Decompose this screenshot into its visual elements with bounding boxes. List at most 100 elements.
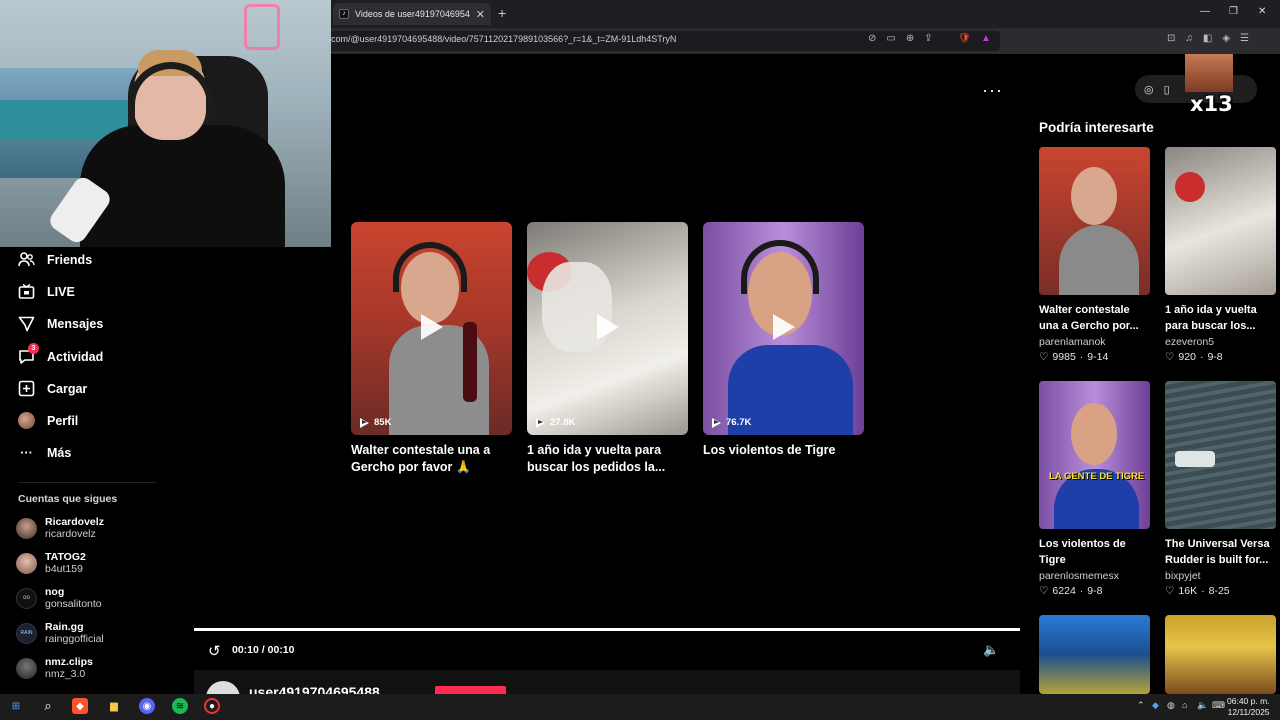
- tab-title: Videos de user4919704695488 (: [355, 9, 470, 19]
- video-title[interactable]: 1 año ida y vuelta para buscar los pedid…: [527, 442, 688, 476]
- suggested-video[interactable]: The Universal Versa Rudder is built for.…: [1165, 381, 1276, 597]
- heart-icon: ♡: [1039, 351, 1049, 363]
- account-name: TATOG2: [45, 551, 86, 563]
- no-tracking-icon[interactable]: ⊘: [868, 33, 876, 44]
- video-thumbnail[interactable]: 85K: [351, 222, 512, 435]
- following-heading: Cuentas que sigues: [18, 493, 118, 505]
- suggested-thumbnail[interactable]: LA GENTE DE TIGRE: [1039, 381, 1150, 529]
- sidebar-item-cargar[interactable]: Cargar: [18, 380, 87, 397]
- windows-start-icon[interactable]: ⊞: [8, 698, 24, 714]
- suggested-video[interactable]: LA GENTE DE TIGRE Los violentos de Tigre…: [1039, 381, 1150, 597]
- cast-icon[interactable]: ▭: [886, 33, 895, 44]
- suggested-video[interactable]: Walter contestale una a Gercho por... pa…: [1039, 147, 1150, 363]
- network-icon[interactable]: ⌂: [1182, 700, 1187, 710]
- likes: 6224: [1052, 585, 1076, 597]
- suggested-video[interactable]: [1165, 615, 1276, 694]
- zoom-icon[interactable]: ⊕: [906, 33, 914, 44]
- sidebar-item-mas[interactable]: ··· Más: [18, 444, 71, 461]
- video-card[interactable]: 76.7K Los violentos de Tigre: [703, 222, 864, 459]
- more-options-button[interactable]: ···: [982, 80, 1003, 101]
- volume-icon[interactable]: 🔈: [983, 642, 999, 658]
- account-handle: b4ut159: [45, 563, 83, 575]
- sidebar-item-mensajes[interactable]: Mensajes: [18, 315, 103, 332]
- tray-steam-icon[interactable]: ◍: [1167, 700, 1175, 711]
- headphones-icon: [393, 242, 467, 292]
- sidebar-item-actividad[interactable]: 3 Actividad: [18, 343, 104, 365]
- window-close-icon[interactable]: ✕: [1258, 6, 1266, 17]
- search-icon[interactable]: ⌕: [40, 698, 56, 714]
- screenshot-icon[interactable]: ⊡: [1167, 33, 1175, 44]
- video-thumbnail[interactable]: 76.7K: [703, 222, 864, 435]
- emote-counter: x13: [1190, 92, 1233, 116]
- suggested-title: 1 año ida y vuelta para buscar los...: [1165, 304, 1257, 332]
- views-label: 27.8K: [550, 417, 576, 428]
- browser-tab[interactable]: ♪ Videos de user4919704695488 ( ✕: [333, 3, 491, 25]
- video-card[interactable]: 85K Walter contestale una a Gercho por f…: [351, 222, 512, 476]
- heart-icon: ♡: [1039, 585, 1049, 597]
- suggested-thumbnail[interactable]: [1039, 147, 1150, 295]
- minimize-icon[interactable]: —: [1200, 6, 1210, 17]
- suggested-thumbnail[interactable]: [1165, 147, 1276, 295]
- media-icon[interactable]: ♫: [1185, 33, 1193, 44]
- brave-shields-icon[interactable]: 🛡: [958, 33, 971, 44]
- account-handle: nmz_3.0: [45, 668, 86, 680]
- video-title[interactable]: Walter contestale una a Gercho por favor…: [351, 442, 512, 476]
- video-title[interactable]: Los violentos de Tigre: [703, 442, 864, 459]
- video-card[interactable]: 27.8K 1 año ida y vuelta para buscar los…: [527, 222, 688, 476]
- following-account[interactable]: oo nog gonsalitonto: [16, 586, 102, 610]
- sidebar-divider: [18, 482, 156, 483]
- obs-icon[interactable]: ●: [204, 698, 220, 714]
- menu-icon[interactable]: ☰: [1240, 33, 1249, 44]
- replay-icon[interactable]: ↺: [208, 642, 221, 660]
- sound-icon[interactable]: 🔈: [1197, 700, 1208, 711]
- dot-separator: ·: [1199, 351, 1204, 363]
- brave-rewards-icon[interactable]: ▲: [981, 33, 991, 44]
- play-count-icon: [712, 417, 721, 428]
- compass-icon[interactable]: ◎: [1144, 83, 1154, 96]
- following-account[interactable]: nmz.clips nmz_3.0: [16, 656, 93, 680]
- spotify-icon[interactable]: ≋: [172, 698, 188, 714]
- account-name: nog: [45, 586, 65, 598]
- brave-browser-icon[interactable]: ◆: [72, 698, 88, 714]
- url-text[interactable]: com/@user4919704695488/video/75711202179…: [331, 34, 676, 44]
- dot-separator: ·: [1079, 585, 1084, 597]
- following-account[interactable]: RAIN Rain.gg rainggofficial: [16, 621, 104, 645]
- sidebar-item-perfil[interactable]: Perfil: [18, 412, 78, 429]
- suggested-thumbnail[interactable]: [1039, 615, 1150, 694]
- sidebar-icon[interactable]: ◧: [1203, 33, 1212, 44]
- video-progress-bar[interactable]: [194, 628, 1020, 631]
- tray-app-icon[interactable]: ◆: [1152, 700, 1159, 711]
- tab-close-icon[interactable]: ✕: [476, 8, 485, 21]
- suggested-thumbnail[interactable]: [1165, 615, 1276, 694]
- date: 9-8: [1087, 585, 1103, 597]
- sidebar-item-label: Cargar: [47, 381, 88, 396]
- account-name: nmz.clips: [45, 656, 93, 668]
- system-clock[interactable]: 06:40 p. m. 12/11/2025: [1227, 696, 1270, 718]
- keyboard-icon[interactable]: ⌨: [1212, 700, 1225, 711]
- suggested-video[interactable]: 1 año ida y vuelta para buscar los... ez…: [1165, 147, 1276, 363]
- phone-icon[interactable]: ▯: [1164, 83, 1170, 96]
- tray-chevron-icon[interactable]: ⌃: [1137, 700, 1145, 711]
- file-explorer-icon[interactable]: ▆: [106, 698, 122, 714]
- following-account[interactable]: TATOG2 b4ut159: [16, 551, 86, 575]
- webcam-person-body: [80, 125, 285, 247]
- new-tab-button[interactable]: +: [498, 5, 506, 21]
- suggestions-title: Podría interesarte: [1039, 120, 1154, 135]
- following-account[interactable]: Ricardovelz ricardovelz: [16, 516, 104, 540]
- share-icon[interactable]: ⇪: [924, 33, 932, 44]
- sidebar-item-friends[interactable]: Friends: [18, 251, 92, 268]
- vpn-icon[interactable]: ◈: [1222, 33, 1230, 44]
- suggested-thumbnail[interactable]: [1165, 381, 1276, 529]
- discord-icon[interactable]: ◉: [139, 698, 155, 714]
- sidebar-item-live[interactable]: LIVE: [18, 283, 75, 300]
- streamer-webcam: [0, 0, 331, 247]
- views-label: 85K: [374, 417, 392, 428]
- video-thumbnail[interactable]: 27.8K: [527, 222, 688, 435]
- sidebar-item-label: Actividad: [47, 349, 104, 364]
- restore-icon[interactable]: ❐: [1229, 6, 1238, 17]
- view-count: 27.8K: [536, 417, 575, 428]
- dot-separator: ·: [1201, 585, 1205, 597]
- heart-icon: ♡: [1165, 585, 1175, 597]
- suggested-video[interactable]: [1039, 615, 1150, 694]
- messages-icon: [18, 315, 35, 332]
